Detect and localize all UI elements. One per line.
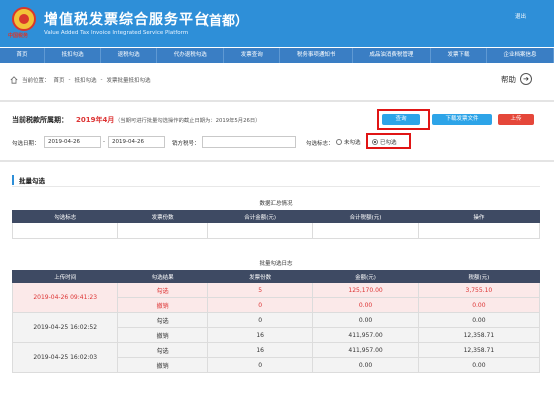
nav-item-home[interactable]: 首页 [0,48,46,63]
upload-time-cell: 2019-04-25 16:02:03 [11,342,119,373]
nav-item-company-profile[interactable]: 企业档案信息 [487,48,554,63]
table-row: 2019-04-26 09:41:23 勾选 5 125,170.00 3,75… [11,282,541,313]
result-cell: 勾选 [117,342,208,358]
radio-checked-label: 已勾选 [380,140,397,146]
result-cell: 勾选 [117,312,208,328]
amount-cell: 125,170.00 [312,282,419,298]
nav-item-oil-tax[interactable]: 成品油消费税管理 [353,48,431,63]
log-header-row: 上传时间 勾选结果 发票份数 金额(元) 税额(元) [11,270,541,283]
breadcrumb-prefix: 当前位置： [22,78,50,84]
tax-cell: 0.00 [417,357,541,373]
logout-link[interactable]: 退出 [515,12,526,20]
download-invoice-file-button[interactable]: 下载发票文件 [432,114,492,125]
summary-caption: 数据汇总情况 [259,201,293,207]
count-cell: 0 [206,297,314,313]
divider [0,100,554,102]
date-range-sep: - [103,139,105,145]
period-note: （当期可进行批量勾选操作的截止日期为：2019年5月26日） [115,118,261,124]
query-button[interactable]: 查询 [382,114,420,125]
site-title: 增值税发票综合服务平台 [44,12,209,28]
divider [0,160,554,162]
summary-empty-row [11,222,541,239]
nav-item-refund-check[interactable]: 退税勾选 [101,48,158,63]
section-divider [12,186,540,187]
tax-cell: 3,755.10 [417,282,541,298]
result-cell: 勾选 [117,282,208,298]
site-header: 中国税务 增值税发票综合服务平台 （首都） Value Added Tax In… [0,0,554,47]
period-label: 当前税款所属期： [12,116,68,124]
main-nav: 首页 抵扣勾选 退税勾选 代办退税勾选 发票查询 税务事项通知书 成品油消费税管… [0,48,554,63]
seller-taxid-label: 销方税号： [172,141,200,147]
summary-col-amount: 合计金额(元) [206,210,314,223]
nav-item-tax-notice[interactable]: 税务事项通知书 [280,48,353,63]
date-label: 勾选日期： [12,141,40,147]
upload-button[interactable]: 上传 [498,114,534,125]
breadcrumb-sep: - [100,77,103,83]
count-cell: 5 [206,282,314,298]
radio-selected-icon [372,139,378,145]
summary-table: 勾选标志 发票份数 合计金额(元) 合计税额(元) 操作 [11,210,541,239]
check-flag-label: 勾选标志： [306,141,334,147]
log-col-amount: 金额(元) [312,270,419,283]
arrow-right-circle-icon: ➔ [520,73,532,85]
upload-time-cell: 2019-04-26 09:41:23 [11,282,119,313]
help-button[interactable]: 帮助 ➔ [501,73,532,85]
result-cell: 撤销 [117,297,208,313]
result-cell: 撤销 [117,357,208,373]
logo-text: 中国税务 [8,33,29,39]
amount-cell: 0.00 [312,297,419,313]
count-cell: 16 [206,327,314,343]
nav-item-agent-refund-check[interactable]: 代办退税勾选 [157,48,225,63]
summary-header-row: 勾选标志 发票份数 合计金额(元) 合计税额(元) 操作 [11,210,541,223]
breadcrumb-current: 发票批量抵扣勾选 [106,78,151,84]
summary-col-action: 操作 [417,210,541,223]
breadcrumb: 当前位置： 首页 - 抵扣勾选 - 发票批量抵扣勾选 [10,76,151,84]
help-label: 帮助 [501,74,516,84]
tax-cell: 0.00 [417,312,541,328]
log-col-count: 发票份数 [206,270,314,283]
result-cell: 撤销 [117,327,208,343]
period-value: 2019年4月 [76,116,115,124]
summary-col-tax: 合计税额(元) [312,210,419,223]
nav-item-invoice-download[interactable]: 发票下载 [431,48,487,63]
summary-col-count: 发票份数 [117,210,208,223]
section-title: 批量勾选 [12,175,45,185]
breadcrumb-deduction[interactable]: 抵扣勾选 [75,76,97,84]
log-col-result: 勾选结果 [117,270,208,283]
upload-time-cell: 2019-04-25 16:02:52 [11,312,119,343]
nav-item-deduction-check[interactable]: 抵扣勾选 [45,48,102,63]
breadcrumb-sep: - [68,77,71,83]
log-col-tax: 税额(元) [417,270,541,283]
amount-cell: 0.00 [312,312,419,328]
radio-unchecked-label: 未勾选 [344,140,361,146]
tax-logo-icon [12,7,36,31]
site-region: （首都） [196,14,249,29]
breadcrumb-home[interactable]: 首页 [54,76,65,84]
date-from-input[interactable]: 2019-04-26 [44,136,101,148]
tax-cell: 0.00 [417,297,541,313]
log-table: 上传时间 勾选结果 发票份数 金额(元) 税额(元) 2019-04-26 09… [11,270,541,373]
amount-cell: 0.00 [312,357,419,373]
home-icon [10,76,18,84]
amount-cell: 411,957.00 [312,342,419,358]
tax-cell: 12,358.71 [417,327,541,343]
nav-item-invoice-query[interactable]: 发票查询 [224,48,281,63]
radio-checked[interactable]: 已勾选 [372,138,397,146]
table-row: 2019-04-25 16:02:03 勾选 16 411,957.00 12,… [11,342,541,373]
tax-cell: 12,358.71 [417,342,541,358]
table-row: 2019-04-25 16:02:52 勾选 0 0.00 0.00 [11,312,541,343]
count-cell: 16 [206,342,314,358]
seller-taxid-input[interactable] [202,136,296,148]
radio-circle-icon [336,139,342,145]
amount-cell: 411,957.00 [312,327,419,343]
radio-unchecked[interactable]: 未勾选 [336,138,361,146]
count-cell: 0 [206,357,314,373]
site-subtitle: Value Added Tax Invoice Integrated Servi… [44,30,189,36]
date-to-input[interactable]: 2019-04-26 [108,136,165,148]
log-caption: 批量勾选日志 [259,261,293,267]
log-col-upload-time: 上传时间 [11,270,119,283]
summary-col-flag: 勾选标志 [11,210,119,223]
count-cell: 0 [206,312,314,328]
